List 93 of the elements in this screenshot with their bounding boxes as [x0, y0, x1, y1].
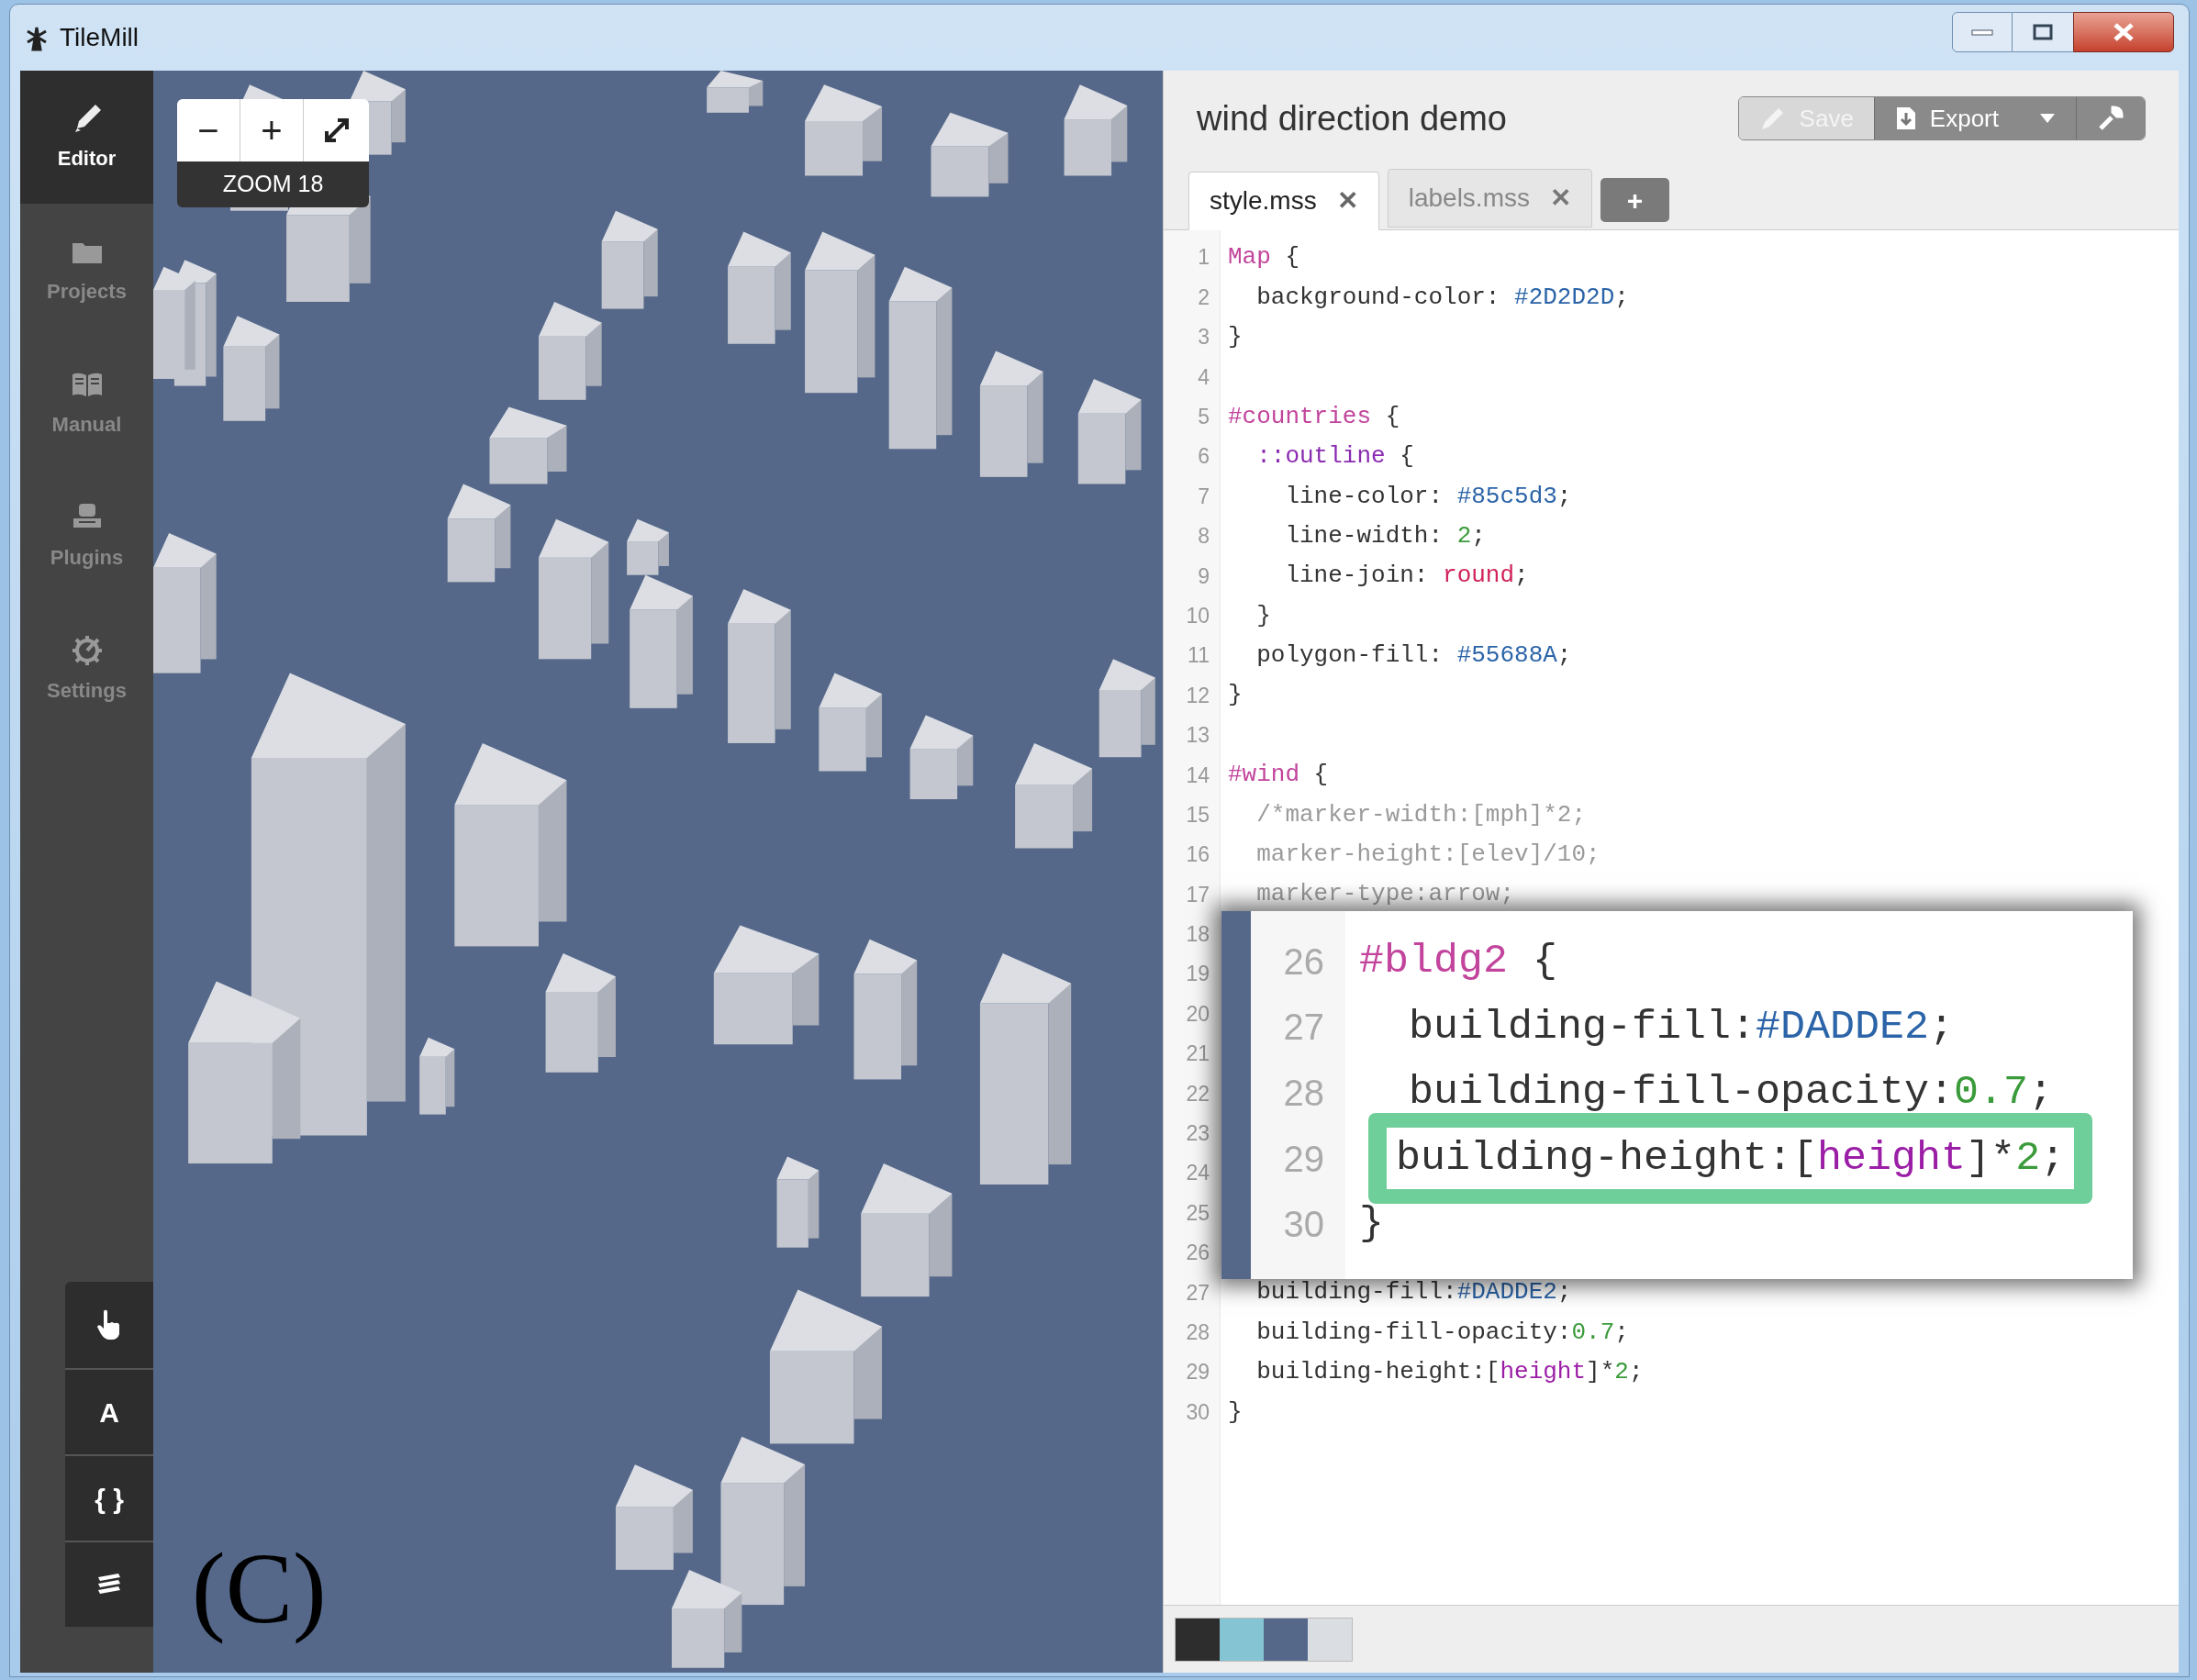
- figure-label: (C): [191, 1531, 328, 1646]
- sidebar-label: Plugins: [50, 545, 124, 571]
- code-line: #wind {: [1228, 760, 1329, 791]
- line-number: 27: [1282, 1006, 1324, 1050]
- code-line: marker-height:[elev]/10;: [1255, 840, 1600, 871]
- code-line: }: [1255, 600, 1271, 631]
- line-number: 10: [1185, 602, 1210, 629]
- close-tab-button[interactable]: ✕: [1549, 179, 1571, 217]
- tools-button[interactable]: [2076, 97, 2145, 139]
- line-number: 19: [1185, 961, 1210, 988]
- code-line: line-join: round;: [1284, 561, 1529, 592]
- line-number: 6: [1197, 443, 1210, 471]
- add-tab-button[interactable]: +: [1600, 178, 1669, 222]
- line-number: 1: [1197, 244, 1210, 272]
- window-title: TileMill: [60, 22, 139, 53]
- tool-button[interactable]: [65, 1541, 153, 1627]
- line-number: 16: [1185, 841, 1210, 869]
- code-line: }: [1228, 1396, 1243, 1428]
- line-number: 2: [1197, 284, 1210, 311]
- line-number: 26: [1282, 940, 1324, 984]
- maximize-icon: [2033, 24, 2053, 40]
- tool-button[interactable]: A: [65, 1368, 153, 1454]
- line-number: 7: [1197, 483, 1210, 510]
- expand-icon: [322, 117, 351, 144]
- color-swatch[interactable]: [1308, 1618, 1352, 1661]
- code-line: line-color: #85c5d3;: [1284, 481, 1572, 512]
- line-number: 24: [1185, 1160, 1210, 1187]
- line-number: 20: [1185, 1000, 1210, 1028]
- zoom-level-label: ZOOM 18: [177, 161, 369, 207]
- line-number: 21: [1185, 1040, 1210, 1068]
- line-number: 23: [1185, 1120, 1210, 1148]
- close-icon: [2113, 22, 2135, 42]
- line-number: 5: [1197, 404, 1210, 430]
- close-tab-button[interactable]: ✕: [1336, 182, 1358, 220]
- color-swatch[interactable]: [1264, 1618, 1308, 1661]
- sidebar-label: Projects: [47, 279, 127, 305]
- map-view[interactable]: − + ZOOM 18 (C): [153, 71, 1163, 1673]
- sidebar-label: Manual: [51, 412, 122, 438]
- code-line: }: [1228, 680, 1243, 711]
- line-number: 17: [1185, 881, 1210, 908]
- code-line: }: [1228, 321, 1243, 352]
- line-number: 14: [1185, 762, 1210, 789]
- export-button[interactable]: Export: [1873, 97, 2076, 139]
- code-line: }: [1359, 1199, 1384, 1250]
- project-title: wind direction demo: [1197, 97, 1507, 139]
- code-line: Map {: [1228, 242, 1300, 273]
- line-number: 3: [1197, 324, 1210, 351]
- close-button[interactable]: [2073, 12, 2174, 52]
- code-line: building-fill-opacity:0.7;: [1255, 1317, 1629, 1348]
- minimize-icon: [1971, 28, 1993, 36]
- line-number: 28: [1282, 1072, 1324, 1115]
- maximize-button[interactable]: [2013, 12, 2073, 52]
- code-line: #countries {: [1228, 401, 1400, 432]
- code-line: background-color: #2D2D2D;: [1255, 282, 1629, 313]
- code-line: building-height:[height]*2;: [1255, 1357, 1644, 1388]
- line-number: 11: [1187, 642, 1210, 670]
- line-number: 15: [1185, 801, 1210, 829]
- line-number: 30: [1185, 1398, 1210, 1426]
- sidebar-label: Editor: [57, 146, 117, 172]
- sidebar-label: Settings: [47, 678, 127, 704]
- line-number: 25: [1185, 1199, 1210, 1227]
- line-number: 28: [1185, 1319, 1210, 1346]
- line-number: 18: [1185, 921, 1210, 949]
- download-icon: [1894, 106, 1917, 131]
- line-number: 30: [1282, 1203, 1324, 1247]
- code-line: line-width: 2;: [1284, 520, 1486, 551]
- code-line: polygon-fill: #55688A;: [1255, 640, 1572, 672]
- code-line: marker-type:arrow;: [1255, 879, 1515, 910]
- tool-button[interactable]: [65, 1282, 153, 1368]
- line-number: 12: [1185, 682, 1210, 709]
- code-line: building-fill:#DADDE2;: [1255, 1277, 1572, 1308]
- wrench-icon: [2097, 105, 2125, 132]
- line-number: 27: [1185, 1279, 1210, 1307]
- code-line: #bldg2 {: [1359, 937, 1558, 987]
- code-line: ::outline {: [1255, 441, 1414, 473]
- code-line: building-fill-opacity:0.7;: [1408, 1068, 2054, 1118]
- code-line: /*marker-width:[mph]*2;: [1255, 799, 1587, 830]
- line-number: 13: [1185, 722, 1210, 750]
- line-number: 4: [1197, 363, 1210, 391]
- code-line: building-fill:#DADDE2;: [1408, 1002, 1955, 1052]
- line-number: 29: [1282, 1137, 1324, 1181]
- line-number: 22: [1185, 1080, 1210, 1107]
- line-number: 26: [1185, 1240, 1210, 1267]
- file-tab[interactable]: style.mss ✕: [1188, 172, 1379, 230]
- line-number: 29: [1185, 1359, 1210, 1386]
- sidebar-item[interactable]: Editor: [20, 71, 153, 204]
- color-swatch[interactable]: [1220, 1618, 1264, 1661]
- line-number: 8: [1197, 523, 1210, 551]
- line-number: 9: [1197, 562, 1210, 590]
- tool-button[interactable]: { }: [65, 1454, 153, 1541]
- color-swatch[interactable]: [1176, 1618, 1220, 1661]
- file-tab[interactable]: labels.mss ✕: [1387, 169, 1592, 228]
- caret-icon: [2039, 113, 2056, 124]
